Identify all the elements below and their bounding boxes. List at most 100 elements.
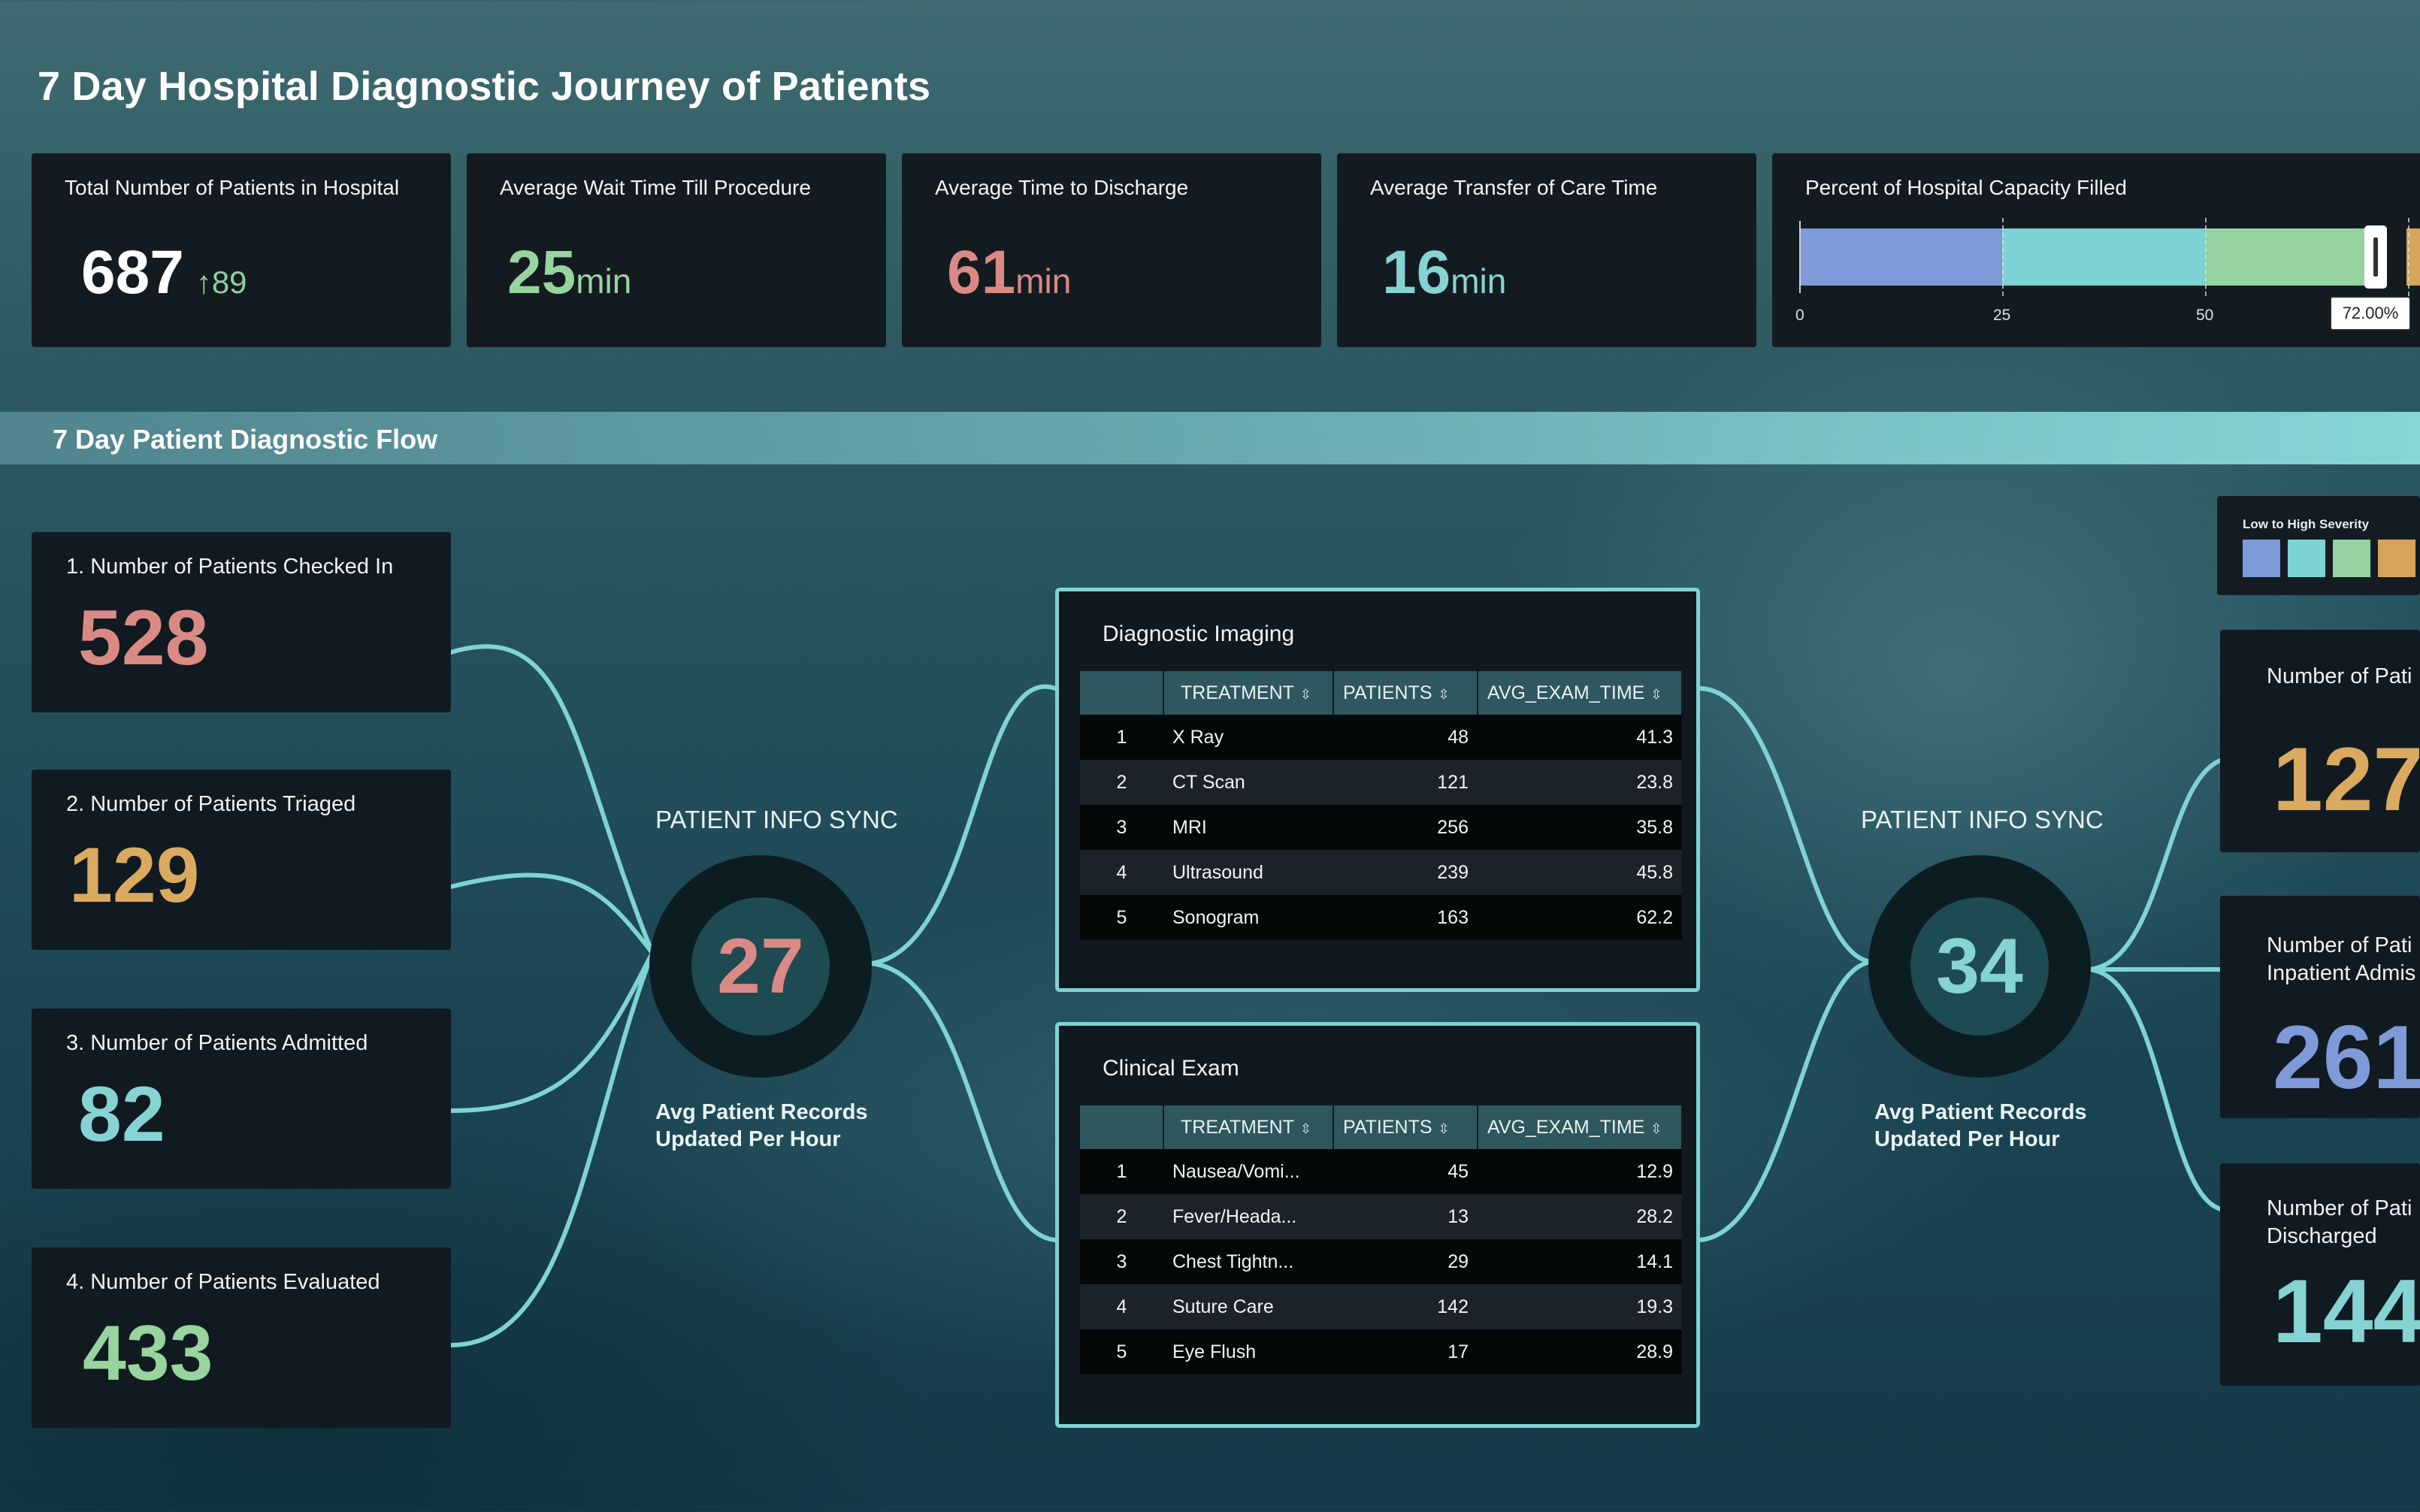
outcome-label-2-line-2: Inpatient Admis [2267, 961, 2416, 985]
sync-right-subtitle: Avg Patient Records Updated Per Hour [1874, 1099, 2087, 1153]
sort-icon[interactable]: ⇳ [1650, 687, 1662, 702]
capacity-segment-1 [1799, 228, 2002, 286]
column-header-patients[interactable]: PATIENTS ⇳ [1333, 1105, 1478, 1149]
capacity-tick-25: 25 [1993, 307, 2011, 324]
row-index: 1 [1080, 1149, 1163, 1194]
table-row[interactable]: 5 Sonogram 163 62.2 [1080, 895, 1682, 940]
cell-avg-exam-time: 62.2 [1478, 895, 1682, 940]
capacity-gridline-25 [2002, 218, 2004, 296]
column-header-label: TREATMENT [1181, 1116, 1294, 1138]
sort-icon[interactable]: ⇳ [1438, 1121, 1450, 1136]
sort-icon[interactable]: ⇳ [1650, 1121, 1662, 1136]
sort-icon[interactable]: ⇳ [1300, 1121, 1311, 1136]
cell-patients: 45 [1333, 1149, 1478, 1194]
outcome-card-3: Number of Pati Discharged 144 [2220, 1163, 2420, 1386]
section-title: 7 Day Patient Diagnostic Flow [53, 424, 438, 455]
kpi-transfer-time-card: Average Transfer of Care Time 16min [1337, 153, 1756, 347]
cell-treatment: Sonogram [1163, 895, 1333, 940]
kpi-wait-time-label: Average Wait Time Till Procedure [500, 176, 811, 199]
column-header-treatment[interactable]: TREATMENT ⇳ [1163, 1105, 1334, 1149]
sort-icon[interactable]: ⇳ [1438, 687, 1450, 702]
table-row[interactable]: 3 MRI 256 35.8 [1080, 805, 1682, 850]
sync-left-title: PATIENT INFO SYNC [655, 806, 898, 833]
sync-right-value: 34 [1936, 922, 2023, 1010]
cell-patients: 163 [1333, 895, 1478, 940]
severity-legend: Low to High Severity [2217, 496, 2420, 595]
cell-patients: 48 [1333, 715, 1478, 760]
cell-patients: 17 [1333, 1329, 1478, 1374]
capacity-segment-2 [2002, 228, 2205, 286]
kpi-total-patients-delta-value: 89 [211, 265, 247, 300]
column-header-label: PATIENTS [1343, 682, 1432, 703]
arrow-up-icon: ↑ [195, 265, 212, 300]
diagnostic-imaging-title: Diagnostic Imaging [1103, 621, 1295, 646]
column-header-patients[interactable]: PATIENTS ⇳ [1333, 671, 1478, 715]
section-header-band: 7 Day Patient Diagnostic Flow [0, 412, 2420, 464]
column-header-avg-exam-time[interactable]: AVG_EXAM_TIME ⇳ [1478, 671, 1683, 715]
column-header-avg-exam-time[interactable]: AVG_EXAM_TIME ⇳ [1478, 1105, 1683, 1149]
table-row[interactable]: 2 CT Scan 121 23.8 [1080, 760, 1682, 805]
stage-value-admitted: 82 [78, 1071, 165, 1158]
table-row[interactable]: 3 Chest Tightn... 29 14.1 [1080, 1239, 1682, 1284]
column-header-label: PATIENTS [1343, 1116, 1432, 1138]
table-row[interactable]: 1 X Ray 48 41.3 [1080, 715, 1682, 760]
kpi-transfer-time-number: 16 [1382, 238, 1451, 307]
clinical-exam-table: TREATMENT ⇳ PATIENTS ⇳ AVG_EXAM_TIME ⇳ 1 Na… [1080, 1105, 1683, 1374]
cell-avg-exam-time: 19.3 [1478, 1284, 1682, 1329]
capacity-axis-line [1799, 221, 1801, 293]
cell-patients: 256 [1333, 805, 1478, 850]
kpi-capacity-label: Percent of Hospital Capacity Filled [1805, 176, 2127, 199]
kpi-total-patients-number: 687 [81, 238, 184, 307]
kpi-wait-time-card: Average Wait Time Till Procedure 25min [467, 153, 886, 347]
capacity-tick-50: 50 [2196, 307, 2214, 324]
column-header-label: AVG_EXAM_TIME [1487, 1116, 1645, 1138]
cell-avg-exam-time: 12.9 [1478, 1149, 1682, 1194]
row-index: 5 [1080, 895, 1163, 940]
severity-swatch-1 [2243, 540, 2280, 577]
table-row[interactable]: 2 Fever/Heada... 13 28.2 [1080, 1194, 1682, 1239]
stage-card-admitted: 3. Number of Patients Admitted 82 [32, 1009, 451, 1189]
stage-label-admitted: 3. Number of Patients Admitted [66, 1031, 368, 1055]
cell-treatment: Eye Flush [1163, 1329, 1333, 1374]
kpi-transfer-time-value: 16min [1382, 237, 1506, 308]
clinical-exam-panel: Clinical Exam TREATMENT ⇳ PATIENTS ⇳ AVG_E… [1055, 1022, 1700, 1428]
table-row[interactable]: 4 Ultrasound 239 45.8 [1080, 850, 1682, 895]
outcome-label-3-line-2: Discharged [2267, 1224, 2377, 1248]
table-row[interactable]: 4 Suture Care 142 19.3 [1080, 1284, 1682, 1329]
sync-left-donut-inner: 27 [691, 897, 830, 1036]
capacity-gridline-75 [2408, 218, 2409, 296]
sync-left-subtitle-line-2: Updated Per Hour [655, 1127, 841, 1151]
severity-swatch-3 [2333, 540, 2370, 577]
table-row[interactable]: 1 Nausea/Vomi... 45 12.9 [1080, 1149, 1682, 1194]
stage-label-triaged: 2. Number of Patients Triaged [66, 792, 356, 816]
kpi-wait-time-unit: min [576, 262, 632, 301]
kpi-wait-time-number: 25 [507, 238, 576, 307]
sync-right-subtitle-line-2: Updated Per Hour [1874, 1127, 2060, 1151]
sync-right-donut-inner: 34 [1910, 897, 2049, 1036]
table-row[interactable]: 5 Eye Flush 17 28.9 [1080, 1329, 1682, 1374]
table-header-row: TREATMENT ⇳ PATIENTS ⇳ AVG_EXAM_TIME ⇳ [1080, 1105, 1683, 1149]
cell-patients: 29 [1333, 1239, 1478, 1284]
column-header-treatment[interactable]: TREATMENT ⇳ [1163, 671, 1334, 715]
table-header-index [1080, 671, 1164, 715]
clinical-exam-title: Clinical Exam [1103, 1056, 1239, 1081]
row-index: 3 [1080, 805, 1163, 850]
sync-right-title: PATIENT INFO SYNC [1861, 806, 2104, 833]
cell-avg-exam-time: 14.1 [1478, 1239, 1682, 1284]
table-header-row: TREATMENT ⇳ PATIENTS ⇳ AVG_EXAM_TIME ⇳ [1080, 671, 1683, 715]
capacity-tick-0: 0 [1795, 307, 1804, 324]
kpi-discharge-time-number: 61 [947, 238, 1016, 307]
cell-avg-exam-time: 35.8 [1478, 805, 1682, 850]
outcome-label-2: Number of Pati Inpatient Admis [2267, 932, 2415, 987]
kpi-total-patients-card: Total Number of Patients in Hospital 687… [32, 153, 451, 347]
stage-label-evaluated: 4. Number of Patients Evaluated [66, 1270, 380, 1294]
cell-patients: 239 [1333, 850, 1478, 895]
row-index: 5 [1080, 1329, 1163, 1374]
cell-avg-exam-time: 45.8 [1478, 850, 1682, 895]
kpi-wait-time-value: 25min [507, 237, 631, 308]
sort-icon[interactable]: ⇳ [1300, 687, 1311, 702]
kpi-discharge-time-card: Average Time to Discharge 61min [902, 153, 1321, 347]
stage-card-triaged: 2. Number of Patients Triaged 129 [32, 770, 451, 950]
outcome-card-1: Number of Pati 127 [2220, 630, 2420, 852]
sync-left-donut: 27 [649, 855, 872, 1078]
